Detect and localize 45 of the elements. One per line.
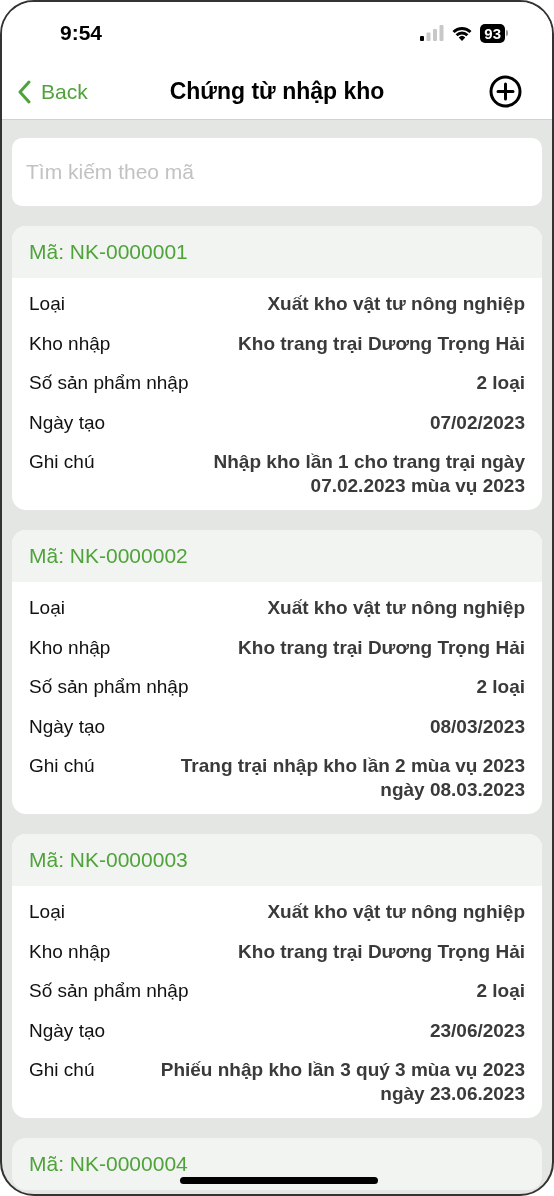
field-value: Xuất kho vật tư nông nghiệp <box>267 292 525 316</box>
wifi-icon <box>451 25 474 41</box>
field-value: 08/03/2023 <box>429 714 525 739</box>
chevron-left-icon <box>18 79 31 104</box>
field-value: 07/02/2023 <box>429 410 525 435</box>
field-label: Ghi chú <box>29 450 95 474</box>
record-code: Mã: NK-0000002 <box>29 543 188 570</box>
field-label: Ngày tạo <box>29 410 106 435</box>
field-label: Loại <box>29 292 65 316</box>
record-code: Mã: NK-0000003 <box>29 847 188 874</box>
status-time: 9:54 <box>60 20 103 47</box>
record-code: Mã: NK-0000001 <box>29 239 188 266</box>
field-label: Kho nhập <box>29 635 111 660</box>
field-value: Xuất kho vật tư nông nghiệp <box>267 900 525 924</box>
field-label: Loại <box>29 596 65 620</box>
field-value: Kho trang trại Dương Trọng Hải <box>238 635 525 660</box>
field-value: Xuất kho vật tư nông nghiệp <box>267 596 525 620</box>
search-field[interactable]: Tìm kiếm theo mã <box>12 138 542 206</box>
field-label: Loại <box>29 900 65 924</box>
field-label: Số sản phẩm nhập <box>29 675 189 699</box>
record-card[interactable]: Mã: NK-0000001 Loại Xuất kho vật tư nông nghiệp Kho nhập Kho trang trại Dương Trọng Hải Số sản phẩm nhập 2 loại Ngày tạo 07/02/2023 Ghi chú Nhập kho lần 1 cho trang trại ngày 07.02.2023 mùa vụ 2023 <box>12 226 542 510</box>
field-label: Ghi chú <box>29 1058 95 1082</box>
field-label: Ngày tạo <box>29 1018 106 1043</box>
field-value: Kho trang trại Dương Trọng Hải <box>238 939 525 964</box>
field-label: Kho nhập <box>29 939 111 964</box>
field-value: Nhập kho lần 1 cho trang trại ngày 07.02.2023 mùa vụ 2023 <box>212 450 525 498</box>
field-value: 2 loại <box>476 371 525 395</box>
record-card[interactable]: Mã: NK-0000002 Loại Xuất kho vật tư nông nghiệp Kho nhập Kho trang trại Dương Trọng Hải Số sản phẩm nhập 2 loại Ngày tạo 08/03/2023 Ghi chú Trang trại nhập kho lần 2 mùa vụ 2023 ngày 08.03.2023 <box>12 530 542 814</box>
field-value: 23/06/2023 <box>429 1018 525 1043</box>
field-value: Trang trại nhập kho lần 2 mùa vụ 2023 ngày 08.03.2023 <box>179 754 525 802</box>
record-code: Mã: NK-0000004 <box>29 1151 188 1178</box>
field-value: 2 loại <box>476 675 525 699</box>
field-label: Ngày tạo <box>29 714 106 739</box>
signal-icon <box>420 25 445 41</box>
field-value: Phiếu nhập kho lần 3 quý 3 mùa vụ 2023 ngày 23.06.2023 <box>159 1058 525 1106</box>
page-title: Chứng từ nhập kho <box>169 77 385 107</box>
field-value: Kho trang trại Dương Trọng Hải <box>238 331 525 356</box>
battery-icon: 93 <box>480 23 508 43</box>
field-value: 2 loại <box>476 979 525 1003</box>
add-icon[interactable] <box>489 75 522 108</box>
field-label: Số sản phẩm nhập <box>29 371 189 395</box>
record-card[interactable]: Mã: NK-0000003 Loại Xuất kho vật tư nông nghiệp Kho nhập Kho trang trại Dương Trọng Hải Số sản phẩm nhập 2 loại Ngày tạo 23/06/2023 Ghi chú Phiếu nhập kho lần 3 quý 3 mùa vụ 2023 ngày 23.06.2023 <box>12 834 542 1118</box>
field-label: Số sản phẩm nhập <box>29 979 189 1003</box>
field-label: Kho nhập <box>29 331 111 356</box>
field-label: Ghi chú <box>29 754 95 778</box>
